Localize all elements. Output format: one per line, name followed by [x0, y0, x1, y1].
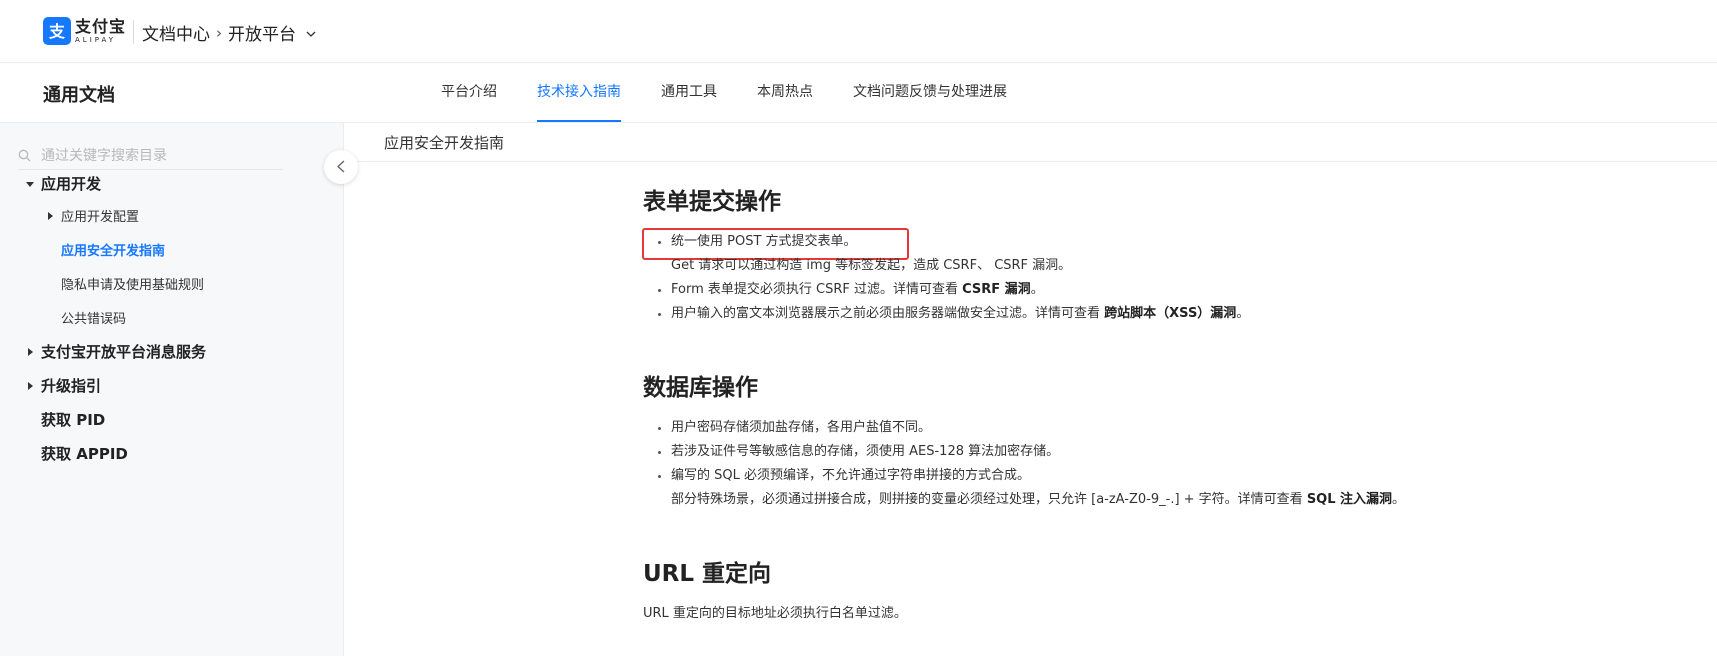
- paragraph-url-redirect: URL 重定向的目标地址必须执行白名单过滤。: [643, 606, 907, 621]
- list-item: 统一使用 POST 方式提交表单。 Get 请求可以通过构造 img 等标签发起…: [643, 230, 1643, 278]
- sidebar-item-app-dev[interactable]: 应用开发: [23, 173, 101, 194]
- sidebar-item-upgrade-guide[interactable]: 升级指引: [23, 375, 101, 396]
- sidebar-item-label: 应用开发配置: [61, 210, 140, 225]
- list-item-end: 。: [1030, 282, 1044, 297]
- tab-bar: 平台介绍 技术接入指南 通用工具 本周热点 文档问题反馈与处理进展: [441, 63, 1047, 122]
- tab-feedback[interactable]: 文档问题反馈与处理进展: [853, 63, 1007, 122]
- tab-common-tools[interactable]: 通用工具: [661, 63, 717, 122]
- xss-link[interactable]: 跨站脚本（XSS）漏洞: [1104, 306, 1236, 321]
- heading-database: 数据库操作: [643, 375, 758, 401]
- list-item-text: 若涉及证件号等敏感信息的存储，须使用 AES-128 算法加密存储。: [671, 444, 1060, 459]
- list-item: 用户密码存储须加盐存储，各用户盐值不同。: [643, 416, 1643, 440]
- list-item-text: 用户密码存储须加盐存储，各用户盐值不同。: [671, 420, 932, 435]
- sidebar-item-get-pid[interactable]: 获取 PID: [41, 409, 105, 430]
- list-item-text: 编写的 SQL 必须预编译，不允许通过字符串拼接的方式合成。: [671, 468, 1030, 483]
- sidebar-item-label: 支付宝开放平台消息服务: [41, 343, 207, 361]
- list-item-subtext-body: 部分特殊场景，必须通过拼接合成，则拼接的变量必须经过处理，只允许 [a-zA-Z…: [671, 492, 1307, 507]
- sidebar-item-label: 应用开发: [41, 175, 102, 193]
- list-item: 若涉及证件号等敏感信息的存储，须使用 AES-128 算法加密存储。: [643, 440, 1643, 464]
- sidebar: 应用开发 应用开发配置 应用安全开发指南 隐私申请及使用基础规则 公共错误码 支…: [0, 123, 344, 656]
- sidebar-item-privacy-rules[interactable]: 隐私申请及使用基础规则: [61, 274, 204, 293]
- sidebar-item-message-service[interactable]: 支付宝开放平台消息服务: [23, 341, 206, 362]
- alipay-logo[interactable]: 支 支付宝 ALIPAY: [43, 17, 126, 45]
- list-item-text: 用户输入的富文本浏览器展示之前必须由服务器端做安全过滤。详情可查看: [671, 306, 1105, 321]
- sidebar-item-label: 升级指引: [41, 377, 102, 395]
- caret-right-icon: [43, 211, 57, 220]
- list-item: 编写的 SQL 必须预编译，不允许通过字符串拼接的方式合成。 部分特殊场景，必须…: [643, 464, 1643, 512]
- list-item: 用户输入的富文本浏览器展示之前必须由服务器端做安全过滤。详情可查看 跨站脚本（X…: [643, 302, 1643, 326]
- sidebar-item-label: 获取 APPID: [41, 445, 128, 463]
- sidebar-collapse-button[interactable]: [324, 150, 358, 184]
- breadcrumb-doc-center[interactable]: 文档中心: [142, 20, 210, 45]
- list-item-subtext: Get 请求可以通过构造 img 等标签发起，造成 CSRF、 CSRF 漏洞。: [671, 258, 1072, 273]
- logo-text-en: ALIPAY: [75, 35, 117, 44]
- page-title: 应用安全开发指南: [384, 134, 505, 152]
- search-icon: [18, 147, 31, 166]
- heading-form-submit: 表单提交操作: [643, 189, 781, 215]
- sidebar-item-error-codes[interactable]: 公共错误码: [61, 308, 126, 327]
- sidebar-search: [18, 143, 283, 170]
- search-input[interactable]: [39, 147, 273, 165]
- caret-right-icon: [23, 347, 37, 356]
- tab-weekly-hot[interactable]: 本周热点: [757, 63, 813, 122]
- sidebar-item-label: 隐私申请及使用基础规则: [61, 278, 205, 293]
- tab-platform-intro[interactable]: 平台介绍: [441, 63, 497, 122]
- sql-injection-link[interactable]: SQL 注入漏洞: [1307, 492, 1392, 507]
- article: 表单提交操作 统一使用 POST 方式提交表单。 Get 请求可以通过构造 im…: [643, 186, 1643, 626]
- breadcrumb: 文档中心 › 开放平台: [142, 20, 316, 45]
- logo-text-cn: 支付宝: [75, 16, 127, 36]
- list-item-text: 统一使用 POST 方式提交表单。: [671, 234, 857, 249]
- svg-text:支: 支: [48, 22, 66, 41]
- sidebar-item-label: 获取 PID: [41, 411, 106, 429]
- alipay-icon: 支: [43, 17, 71, 45]
- list-item-end: 。: [1236, 306, 1250, 321]
- caret-down-icon: [23, 180, 37, 188]
- csrf-link[interactable]: CSRF 漏洞: [962, 282, 1031, 297]
- list-item: Form 表单提交必须执行 CSRF 过滤。详情可查看 CSRF 漏洞。: [643, 278, 1643, 302]
- chevron-left-icon: [336, 158, 345, 177]
- list-database: 用户密码存储须加盐存储，各用户盐值不同。 若涉及证件号等敏感信息的存储，须使用 …: [643, 416, 1643, 512]
- list-item-subtext: 部分特殊场景，必须通过拼接合成，则拼接的变量必须经过处理，只允许 [a-zA-Z…: [671, 488, 1643, 512]
- logo-divider: [133, 20, 134, 44]
- sidebar-item-get-appid[interactable]: 获取 APPID: [41, 443, 128, 464]
- secondary-nav: 通用文档 平台介绍 技术接入指南 通用工具 本周热点 文档问题反馈与处理进展: [0, 63, 1717, 123]
- tab-tech-guide[interactable]: 技术接入指南: [537, 63, 621, 122]
- content-header: 应用安全开发指南: [344, 123, 1717, 162]
- caret-right-icon: [23, 381, 37, 390]
- sidebar-item-security-guide[interactable]: 应用安全开发指南: [61, 240, 165, 259]
- list-item-text: Form 表单提交必须执行 CSRF 过滤。详情可查看: [671, 282, 963, 297]
- chevron-down-icon[interactable]: [306, 23, 316, 43]
- sidebar-item-label: 应用安全开发指南: [61, 244, 166, 259]
- top-bar: 支 支付宝 ALIPAY 文档中心 › 开放平台: [0, 0, 1717, 63]
- chevron-right-icon: ›: [216, 23, 222, 42]
- section-title: 通用文档: [43, 85, 115, 106]
- list-item-end: 。: [1392, 492, 1406, 507]
- sidebar-item-label: 公共错误码: [61, 312, 127, 327]
- list-form-submit: 统一使用 POST 方式提交表单。 Get 请求可以通过构造 img 等标签发起…: [643, 230, 1643, 326]
- heading-url-redirect: URL 重定向: [643, 561, 772, 587]
- sidebar-item-app-dev-config[interactable]: 应用开发配置: [43, 206, 139, 225]
- breadcrumb-open-platform[interactable]: 开放平台: [228, 20, 296, 45]
